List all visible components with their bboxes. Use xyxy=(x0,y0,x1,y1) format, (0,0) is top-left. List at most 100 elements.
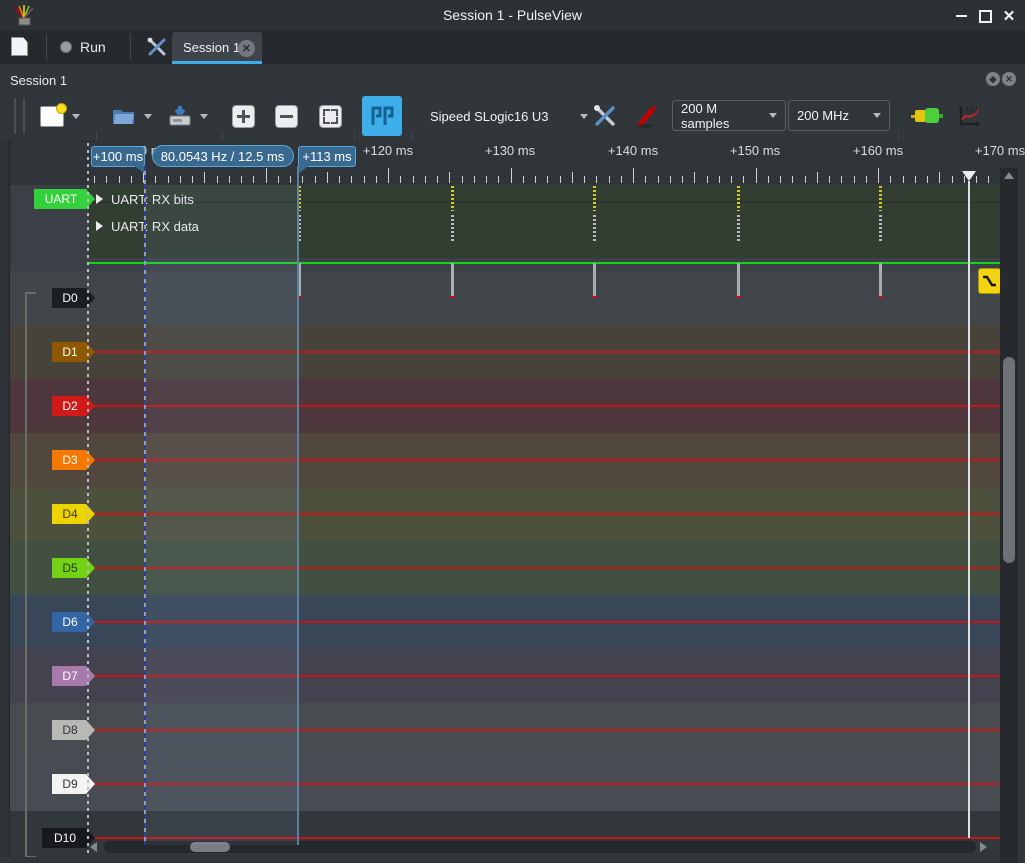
scroll-up-arrow[interactable] xyxy=(1004,172,1014,179)
ruler-tick xyxy=(694,172,695,183)
decoder-row[interactable]: UART: RX data xyxy=(96,218,199,234)
ruler-tick xyxy=(780,176,781,183)
cursor1-flag[interactable]: +100 ms xyxy=(91,146,145,167)
horizontal-scroll-thumb[interactable] xyxy=(190,842,230,852)
ruler-tick xyxy=(462,176,463,183)
channel-row-tint xyxy=(0,271,1000,325)
new-session-button[interactable] xyxy=(11,37,33,57)
ruler-tick xyxy=(817,172,818,183)
ruler-tick xyxy=(229,176,230,183)
minimize-button[interactable] xyxy=(953,8,969,24)
vertical-scroll-thumb[interactable] xyxy=(1003,357,1015,563)
scroll-right-arrow[interactable] xyxy=(980,842,987,852)
tab-close-button[interactable]: ✕ xyxy=(238,40,255,57)
channel-label-D2[interactable]: D2 xyxy=(52,396,95,416)
tab-label: Session 1 xyxy=(183,40,240,55)
add-decoder-button[interactable] xyxy=(908,97,946,135)
uart-bit-annotation xyxy=(879,186,882,211)
ruler-tick xyxy=(241,176,242,183)
ruler-tick xyxy=(939,172,940,183)
save-dropdown-arrow[interactable] xyxy=(200,114,208,119)
ruler-tick xyxy=(290,176,291,183)
open-button[interactable] xyxy=(106,97,158,135)
window-title: Session 1 - PulseView xyxy=(0,7,1025,23)
channel-label-D1[interactable]: D1 xyxy=(52,342,95,362)
channel-label-D5[interactable]: D5 xyxy=(52,558,95,578)
horizontal-scroll-track[interactable] xyxy=(104,841,976,853)
vertical-scrollbar[interactable] xyxy=(1000,168,1018,863)
trigger-badge[interactable] xyxy=(978,268,1000,294)
ruler-label: +130 ms xyxy=(470,143,550,158)
close-button[interactable]: ✕ xyxy=(1001,8,1017,24)
tab-session-1[interactable]: Session 1 ✕ xyxy=(172,32,262,64)
channel-label-D3[interactable]: D3 xyxy=(52,450,95,470)
channel-label-D6[interactable]: D6 xyxy=(52,612,95,632)
scroll-left-arrow[interactable] xyxy=(90,842,97,852)
expand-arrow-icon[interactable] xyxy=(96,194,103,204)
device-dropdown-arrow[interactable] xyxy=(580,114,588,119)
zoom-in-button[interactable] xyxy=(229,97,257,135)
open-dropdown-arrow[interactable] xyxy=(144,114,152,119)
signal-low-line xyxy=(88,513,1000,515)
uart-bit-annotation xyxy=(737,186,740,211)
channel-label-D9[interactable]: D9 xyxy=(52,774,95,794)
signal-low-segment xyxy=(878,296,883,298)
channels-button[interactable] xyxy=(632,97,662,135)
ruler-tick xyxy=(523,176,524,183)
run-state-icon xyxy=(60,41,72,53)
trigger-marker[interactable] xyxy=(962,171,976,181)
decoder-row[interactable]: UART: RX bits xyxy=(96,191,194,207)
ruler-tick xyxy=(829,176,830,183)
channel-label-D0[interactable]: D0 xyxy=(52,288,95,308)
cursor2-flag-pointer xyxy=(299,166,309,173)
ruler-tick xyxy=(131,176,132,183)
device-selector[interactable]: Sipeed SLogic16 U3 xyxy=(424,102,594,130)
ruler-tick xyxy=(658,176,659,183)
channel-label-D8[interactable]: D8 xyxy=(52,720,95,740)
ruler-tick xyxy=(474,176,475,183)
cursor2-flag[interactable]: +113 ms xyxy=(298,146,356,167)
ruler-tick xyxy=(682,176,683,183)
ruler-tick xyxy=(988,176,989,183)
add-math-signal-button[interactable]: f(x) xyxy=(952,97,988,135)
uart-decoder-tag[interactable]: UART xyxy=(34,189,95,209)
sample-count-arrow[interactable] xyxy=(769,113,777,118)
new-file-button[interactable] xyxy=(34,97,86,135)
channel-label-D4[interactable]: D4 xyxy=(52,504,95,524)
configure-wrench-icon xyxy=(592,103,618,129)
settings-button[interactable] xyxy=(146,36,168,58)
zoom-fit-button[interactable] xyxy=(316,97,344,135)
sample-rate-combo[interactable]: 200 MHz xyxy=(788,100,890,131)
ruler-label: +120 ms xyxy=(348,143,428,158)
ruler-tick xyxy=(645,176,646,183)
signal-low-segment xyxy=(736,296,741,298)
zoom-one-to-one-button[interactable] xyxy=(362,96,402,136)
horizontal-scrollbar[interactable] xyxy=(86,840,1000,856)
trace-view[interactable]: UARTUART: RX bits UART: RX data D0 D1 D2 D3 D4… xyxy=(0,185,1000,857)
ruler-tick xyxy=(621,176,622,183)
maximize-button[interactable] xyxy=(977,8,993,24)
ruler-tick xyxy=(560,176,561,183)
ruler-tick xyxy=(168,176,169,183)
zoom-out-button[interactable] xyxy=(272,97,300,135)
cursor-range-pill[interactable]: 80.0543 Hz / 12.5 ms xyxy=(152,145,294,167)
configure-device-button[interactable] xyxy=(590,97,620,135)
ruler-tick xyxy=(890,176,891,183)
probe-icon xyxy=(633,103,661,129)
uart-data-annotation xyxy=(879,215,882,241)
expand-arrow-icon[interactable] xyxy=(96,221,103,231)
sample-count-combo[interactable]: 200 M samples xyxy=(672,100,786,131)
trace-group-bracket[interactable] xyxy=(25,292,36,857)
ruler-tick xyxy=(400,176,401,183)
sample-rate-arrow[interactable] xyxy=(873,113,881,118)
close-dock-icon[interactable]: ✕ xyxy=(1002,72,1016,86)
ruler-tick xyxy=(633,168,634,183)
wrench-icon xyxy=(146,36,168,58)
new-file-dropdown-arrow[interactable] xyxy=(72,114,80,119)
run-button[interactable]: Run xyxy=(60,35,122,59)
ruler-tick xyxy=(535,176,536,183)
save-button[interactable] xyxy=(162,97,214,135)
float-dock-icon[interactable]: ◆ xyxy=(986,72,1000,86)
channel-label-D7[interactable]: D7 xyxy=(52,666,95,686)
toolbar-drag-handle[interactable] xyxy=(14,98,25,134)
